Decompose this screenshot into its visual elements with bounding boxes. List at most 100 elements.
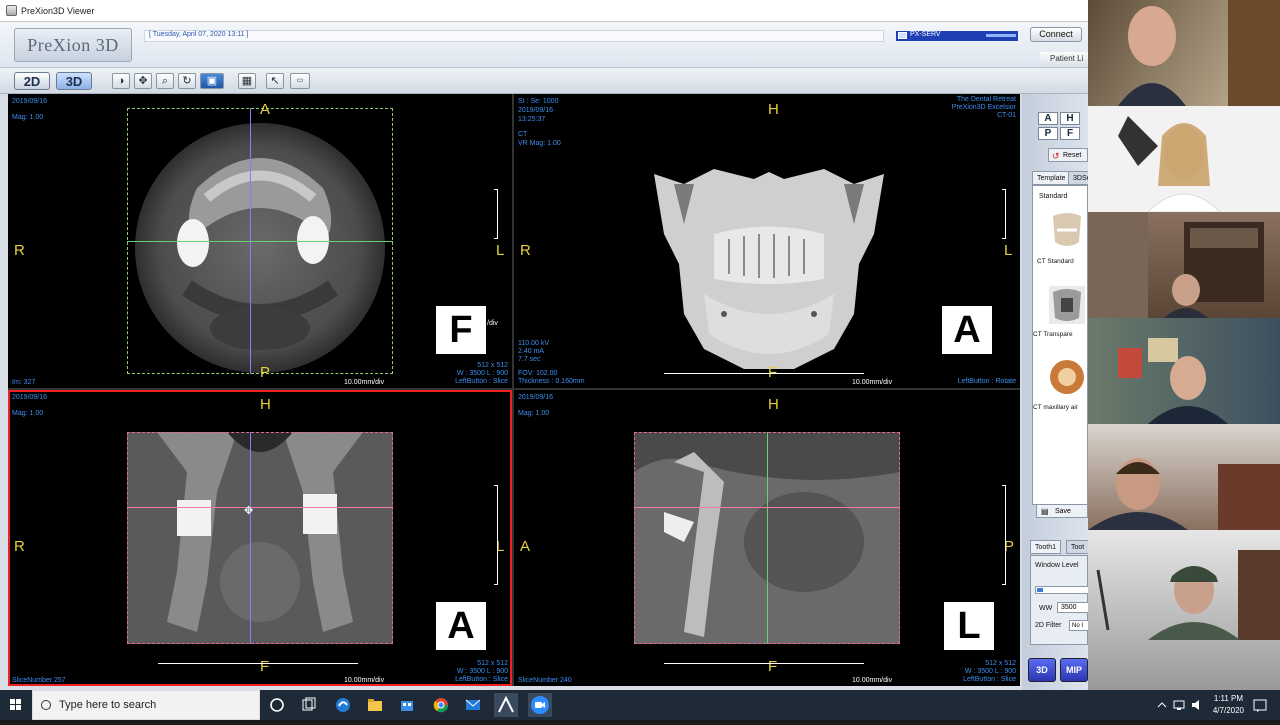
volume-series: St : Se: 1000: [518, 98, 559, 105]
coronal-mag: Mag: 1.00: [12, 410, 44, 417]
pan-icon[interactable]: ✥: [134, 73, 152, 89]
participant-tile-5[interactable]: [1088, 424, 1280, 530]
save-template-button[interactable]: ▤ Save: [1036, 504, 1088, 518]
tab-template[interactable]: Template: [1032, 171, 1071, 185]
template-thumb-ct-standard[interactable]: [1049, 212, 1085, 250]
view-foot-button[interactable]: F: [1060, 127, 1080, 140]
participant-tile-1[interactable]: [1088, 0, 1280, 106]
view-anterior-button[interactable]: A: [1038, 112, 1058, 125]
start-button[interactable]: [0, 690, 32, 720]
sagittal-date: 2019/09/16: [518, 394, 554, 401]
taskbar-search-box[interactable]: Type here to search: [32, 690, 260, 720]
sagittal-orient-left: A: [520, 538, 531, 555]
chrome-icon[interactable]: [432, 696, 450, 714]
template-label-ct-maxillary-air: CT maxillary air: [1033, 404, 1079, 411]
render-mode-buttons: 3D MIP: [1026, 656, 1088, 684]
view-posterior-button[interactable]: P: [1038, 127, 1058, 140]
volume-modality: CT: [518, 131, 528, 138]
reset-icon: ↺: [1052, 151, 1060, 161]
axial-scale: 10.00mm/div: [344, 379, 385, 386]
sagittal-vertical-ruler: [1002, 485, 1006, 585]
coronal-vertical-crosshair[interactable]: [250, 432, 251, 644]
connect-button[interactable]: Connect: [1030, 27, 1082, 42]
volume-render-viewport[interactable]: St : Se: 1000 2019/09/16 13:25:37 CT VR …: [514, 94, 1020, 388]
window-level-icon[interactable]: ▣: [200, 73, 224, 89]
patient-list-button[interactable]: Patient Li: [1040, 52, 1088, 66]
axial-orient-bottom: P: [260, 364, 271, 381]
sagittal-viewport[interactable]: 2019/09/16 Mag: 1.00 H F A P L 10.00mm/d…: [514, 390, 1020, 686]
sagittal-orient-top: H: [768, 396, 779, 413]
zoom-meeting-icon[interactable]: [528, 693, 552, 717]
volume-icon[interactable]: [1190, 696, 1204, 714]
participant-tile-3[interactable]: [1088, 212, 1280, 318]
sagittal-horizontal-ruler: [664, 660, 864, 664]
axial-viewport[interactable]: 2019/09/16 Mag: 1.00 A P R L F /div 10.0…: [8, 94, 512, 388]
move-cursor-icon: ✥: [244, 505, 254, 517]
server-icon: [898, 32, 907, 39]
mode-2d-button[interactable]: 2D: [14, 72, 50, 90]
sagittal-scale: 10.00mm/div: [852, 677, 893, 684]
volume-sec: 7.7 sec: [518, 356, 541, 363]
template-list: Standard CT Standard CT Transpare CT max…: [1032, 185, 1088, 505]
render-3d-button[interactable]: 3D: [1028, 658, 1056, 682]
volume-skull-render: [644, 164, 894, 374]
volume-orientation-cube[interactable]: A: [942, 306, 992, 354]
volume-header: St : Se: 1000 2019/09/16 13:25:37 CT VR …: [518, 97, 561, 148]
volume-orient-right: L: [1004, 242, 1013, 259]
sagittal-orientation-cube[interactable]: L: [944, 602, 994, 650]
template-thumb-ct-maxillary-air[interactable]: [1049, 358, 1085, 396]
sagittal-slice-number: SliceNumber 240: [518, 677, 572, 684]
mail-icon[interactable]: [464, 696, 482, 714]
axial-image-number: Im: 327: [12, 379, 36, 386]
coronal-orientation-cube[interactable]: A: [436, 602, 486, 650]
volume-horizontal-ruler: [664, 370, 864, 374]
search-icon: [41, 700, 51, 710]
edge-icon[interactable]: [334, 696, 352, 714]
coronal-crop-box[interactable]: [127, 432, 393, 644]
zoom-icon[interactable]: ⌕: [156, 73, 174, 89]
view-head-button[interactable]: H: [1060, 112, 1080, 125]
measure-icon[interactable]: ▭: [290, 73, 310, 89]
coronal-viewport[interactable]: 2019/09/16 Mag: 1.00 ✥ H F R L A 10.00mm…: [8, 390, 512, 686]
file-explorer-icon[interactable]: [366, 696, 384, 714]
layout-icon[interactable]: ▦: [238, 73, 256, 89]
render-mip-button[interactable]: MIP: [1060, 658, 1088, 682]
volume-time: 13:25:37: [518, 116, 546, 123]
2d-filter-select[interactable]: No I: [1069, 620, 1089, 631]
prexion-taskbar-icon[interactable]: [494, 693, 518, 717]
pointer-icon[interactable]: ↖: [266, 73, 284, 89]
rotate-icon[interactable]: ↻: [178, 73, 196, 89]
axial-orientation-cube[interactable]: F: [436, 306, 486, 354]
mode-3d-button[interactable]: 3D: [56, 72, 92, 90]
participant-tile-6[interactable]: [1088, 530, 1280, 690]
participant-tile-2[interactable]: [1088, 106, 1280, 212]
reset-button[interactable]: ↺ Reset: [1048, 148, 1088, 162]
volume-institution: The Dental Retreat: [956, 96, 1016, 103]
header-bar: PreXion 3D [ Tuesday, April 07, 2020 13:…: [0, 22, 1088, 68]
tray-chevron-icon[interactable]: [1156, 696, 1168, 714]
participant-tile-4[interactable]: [1088, 318, 1280, 424]
network-icon[interactable]: [1172, 696, 1186, 714]
ww-input[interactable]: 3500: [1057, 602, 1089, 613]
coronal-horizontal-crosshair[interactable]: [127, 507, 393, 508]
system-clock[interactable]: 1:11 PM 4/7/2020: [1213, 693, 1244, 717]
task-view-icon[interactable]: [300, 696, 318, 714]
prexion-logo: PreXion 3D: [14, 28, 132, 62]
volume-scale: 10.00mm/div: [852, 379, 893, 386]
template-thumb-ct-transparent[interactable]: [1049, 286, 1085, 324]
sagittal-horizontal-crosshair[interactable]: [634, 507, 900, 508]
server-selector[interactable]: PX-SERV: [896, 31, 1018, 41]
tab-tooth1[interactable]: Tooth1: [1030, 540, 1062, 554]
notifications-icon[interactable]: [1252, 696, 1268, 714]
contrast-icon[interactable]: ◑: [112, 73, 130, 89]
window-level-slider[interactable]: [1035, 586, 1089, 594]
cortana-icon[interactable]: [268, 696, 286, 714]
tab-tooth2[interactable]: Toot: [1066, 540, 1090, 554]
coronal-window: W : 3500 L : 900: [456, 668, 508, 675]
ww-label: WW: [1039, 605, 1053, 612]
axial-horizontal-crosshair[interactable]: [127, 241, 393, 242]
sagittal-vertical-crosshair[interactable]: [767, 432, 768, 644]
save-icon: ▤: [1041, 507, 1049, 516]
store-icon[interactable]: [398, 696, 416, 714]
volume-thickness: Thickness : 0.160mm: [518, 378, 585, 385]
